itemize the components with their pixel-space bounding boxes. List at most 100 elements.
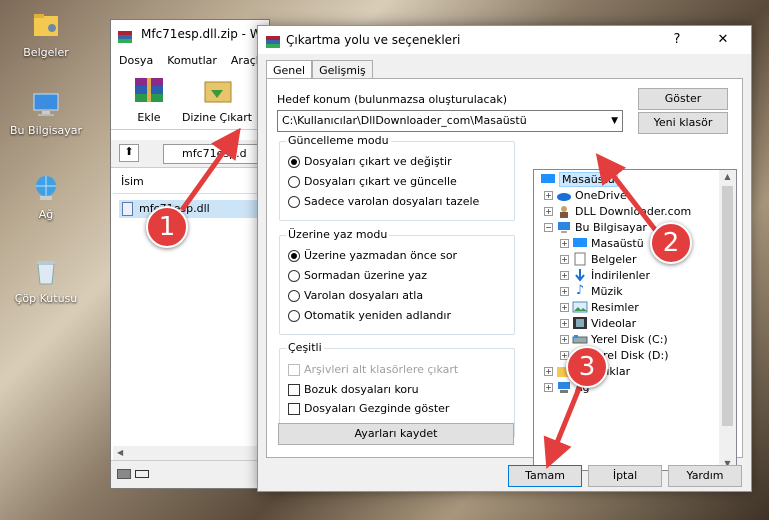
- horizontal-scrollbar[interactable]: ◀: [113, 446, 269, 460]
- expand-icon[interactable]: +: [560, 334, 569, 344]
- tree-item-dll-downloader[interactable]: + DLL Downloader.com: [544, 203, 691, 219]
- winrar-app-icon: [265, 32, 281, 48]
- desktop-icon: [540, 172, 556, 186]
- general-panel: Hedef konum (bulunmazsa oluşturulacak) C…: [266, 78, 743, 471]
- misc-option-show-in-explorer[interactable]: Dosyaları Gezginde göster: [288, 402, 449, 415]
- tab-general[interactable]: Genel: [266, 60, 313, 80]
- add-archive-icon: [135, 78, 163, 102]
- column-header-name[interactable]: İsim: [113, 170, 269, 194]
- expand-icon[interactable]: +: [544, 366, 553, 376]
- tree-item-documents[interactable]: + Belgeler: [560, 251, 636, 267]
- update-option-update[interactable]: Dosyaları çıkart ve güncelle: [288, 175, 457, 188]
- tree-scrollbar[interactable]: ▲ ▼: [719, 170, 736, 470]
- radio-button[interactable]: [288, 309, 300, 322]
- tree-item-pictures[interactable]: + Resimler: [560, 299, 639, 315]
- cancel-button[interactable]: İptal: [588, 465, 662, 487]
- radio-button[interactable]: [288, 289, 300, 302]
- misc-option-subfolders[interactable]: Arşivleri alt klasörlere çıkart: [288, 363, 458, 376]
- annotation-marker-1: 1: [146, 206, 188, 248]
- add-button[interactable]: Ekle: [119, 76, 179, 124]
- radio-button[interactable]: [288, 249, 300, 262]
- desktop-icon-label: Ağ: [38, 208, 54, 221]
- checkbox[interactable]: [288, 402, 300, 415]
- drive-icon: [117, 469, 131, 479]
- misc-option-keep-broken[interactable]: Bozuk dosyaları koru: [288, 383, 419, 396]
- desktop-icon-documents[interactable]: Belgeler: [0, 10, 92, 59]
- ok-button[interactable]: Tamam: [508, 465, 582, 487]
- expand-icon[interactable]: +: [544, 382, 553, 392]
- destination-label: Hedef konum (bulunmazsa oluşturulacak): [277, 93, 507, 106]
- download-arrow-icon: [572, 268, 588, 282]
- tree-item-downloads[interactable]: + İndirilenler: [560, 267, 650, 283]
- close-button[interactable]: ✕: [705, 26, 741, 54]
- help-title-button[interactable]: ?: [659, 26, 695, 54]
- folder-tree[interactable]: Masaüstü + OneDrive + DLL Downloader.com…: [533, 169, 737, 471]
- expand-icon[interactable]: +: [560, 302, 569, 312]
- save-settings-button[interactable]: Ayarları kaydet: [278, 423, 514, 445]
- radio-button[interactable]: [288, 195, 300, 208]
- tree-item-this-pc[interactable]: − Bu Bilgisayar: [544, 219, 647, 235]
- address-field[interactable]: mfc71esp.d: [163, 144, 263, 164]
- network-icon: [556, 380, 572, 394]
- key-icon: [135, 470, 149, 478]
- update-option-freshen[interactable]: Sadece varolan dosyaları tazele: [288, 195, 479, 208]
- checkbox[interactable]: [288, 383, 300, 396]
- extract-to-button[interactable]: Dizine Çıkart: [179, 76, 255, 124]
- overwrite-mode-title: Üzerine yaz modu: [286, 228, 390, 241]
- desktop-icon-label: Bu Bilgisayar: [10, 124, 82, 137]
- tree-item-videos[interactable]: + Videolar: [560, 315, 636, 331]
- pictures-icon: [572, 300, 588, 314]
- file-list: İsim mfc71esp.dll ◀: [113, 170, 269, 460]
- show-button[interactable]: Göster: [638, 88, 728, 110]
- cloud-icon: [556, 188, 572, 202]
- up-folder-icon[interactable]: ⬆: [119, 144, 139, 162]
- overwrite-option-rename[interactable]: Otomatik yeniden adlandır: [288, 309, 451, 322]
- desktop-icon-network[interactable]: Ağ: [0, 172, 92, 221]
- winrar-titlebar: Mfc71esp.dll.zip - W: [111, 20, 269, 50]
- update-mode-title: Güncelleme modu: [286, 134, 391, 147]
- expand-icon[interactable]: +: [560, 318, 569, 328]
- scroll-thumb[interactable]: [722, 186, 733, 426]
- overwrite-option-without-prompt[interactable]: Sormadan üzerine yaz: [288, 269, 427, 282]
- overwrite-option-skip[interactable]: Varolan dosyaları atla: [288, 289, 423, 302]
- desktop-icon-label: Çöp Kutusu: [14, 292, 78, 305]
- tree-item-local-disk-c[interactable]: + Yerel Disk (C:): [560, 331, 668, 347]
- checkbox[interactable]: [288, 363, 300, 376]
- dll-file-icon: [122, 202, 133, 216]
- desktop-icon-recycle-bin[interactable]: Çöp Kutusu: [0, 256, 92, 305]
- expand-icon[interactable]: +: [560, 286, 569, 296]
- tree-item-onedrive[interactable]: + OneDrive: [544, 187, 627, 203]
- drive-icon: [572, 332, 588, 346]
- update-option-replace[interactable]: Dosyaları çıkart ve değiştir: [288, 155, 452, 168]
- extract-folder-icon: [204, 81, 232, 103]
- winrar-app-icon: [117, 27, 133, 43]
- menu-file[interactable]: Dosya: [119, 54, 153, 67]
- tree-item-desktop-root[interactable]: Masaüstü: [540, 171, 618, 187]
- radio-button[interactable]: [288, 155, 300, 168]
- dialog-title: Çıkartma yolu ve seçenekleri: [286, 33, 461, 47]
- expand-icon[interactable]: +: [544, 190, 553, 200]
- expand-icon[interactable]: +: [560, 270, 569, 280]
- scroll-up-icon[interactable]: ▲: [719, 172, 736, 181]
- radio-button[interactable]: [288, 269, 300, 282]
- tab-strip: Genel Gelişmiş: [266, 60, 373, 80]
- file-row[interactable]: mfc71esp.dll: [119, 200, 259, 218]
- overwrite-option-ask[interactable]: Üzerine yazmadan önce sor: [288, 249, 457, 262]
- tab-advanced[interactable]: Gelişmiş: [312, 60, 373, 80]
- collapse-icon[interactable]: −: [544, 222, 553, 232]
- chevron-down-icon[interactable]: ▼: [611, 111, 618, 131]
- expand-icon[interactable]: +: [544, 206, 553, 216]
- expand-icon[interactable]: +: [560, 254, 569, 264]
- add-label: Ekle: [137, 111, 161, 124]
- destination-path-combo[interactable]: C:\Kullanıcılar\DllDownloader_com\Masaüs…: [277, 110, 623, 132]
- menu-commands[interactable]: Komutlar: [167, 54, 217, 67]
- expand-icon[interactable]: +: [560, 238, 569, 248]
- new-folder-button[interactable]: Yeni klasör: [638, 112, 728, 134]
- help-button[interactable]: Yardım: [668, 465, 742, 487]
- radio-button[interactable]: [288, 175, 300, 188]
- tree-item-music[interactable]: + ♪ Müzik: [560, 283, 623, 299]
- misc-title: Çeşitli: [286, 341, 324, 354]
- desktop-icon-this-pc[interactable]: Bu Bilgisayar: [0, 88, 92, 137]
- tree-item-desktop[interactable]: + Masaüstü: [560, 235, 644, 251]
- recycle-bin-icon: [30, 256, 62, 288]
